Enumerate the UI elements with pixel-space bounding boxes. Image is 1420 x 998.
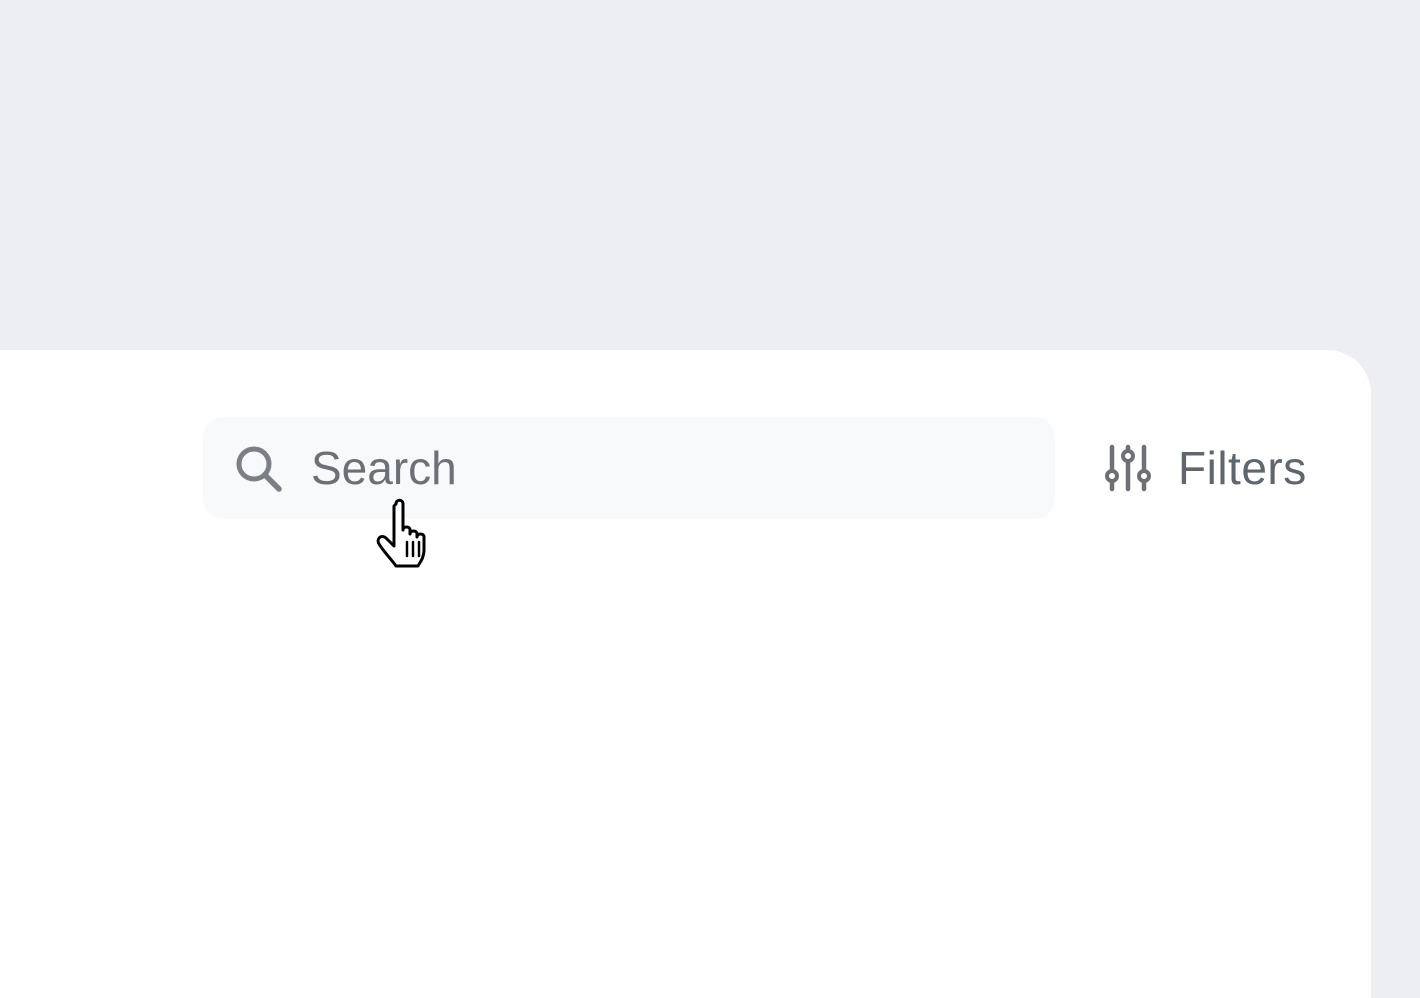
search-icon — [233, 443, 285, 495]
search-toolbar: Filters — [0, 350, 1371, 550]
filters-button[interactable]: Filters — [1104, 439, 1307, 497]
app-canvas: Filters — [0, 0, 1420, 998]
search-field[interactable] — [203, 417, 1055, 519]
filters-label: Filters — [1178, 442, 1307, 494]
sliders-icon — [1104, 443, 1152, 493]
content-panel: Filters — [0, 350, 1371, 998]
search-input[interactable] — [311, 417, 1031, 519]
